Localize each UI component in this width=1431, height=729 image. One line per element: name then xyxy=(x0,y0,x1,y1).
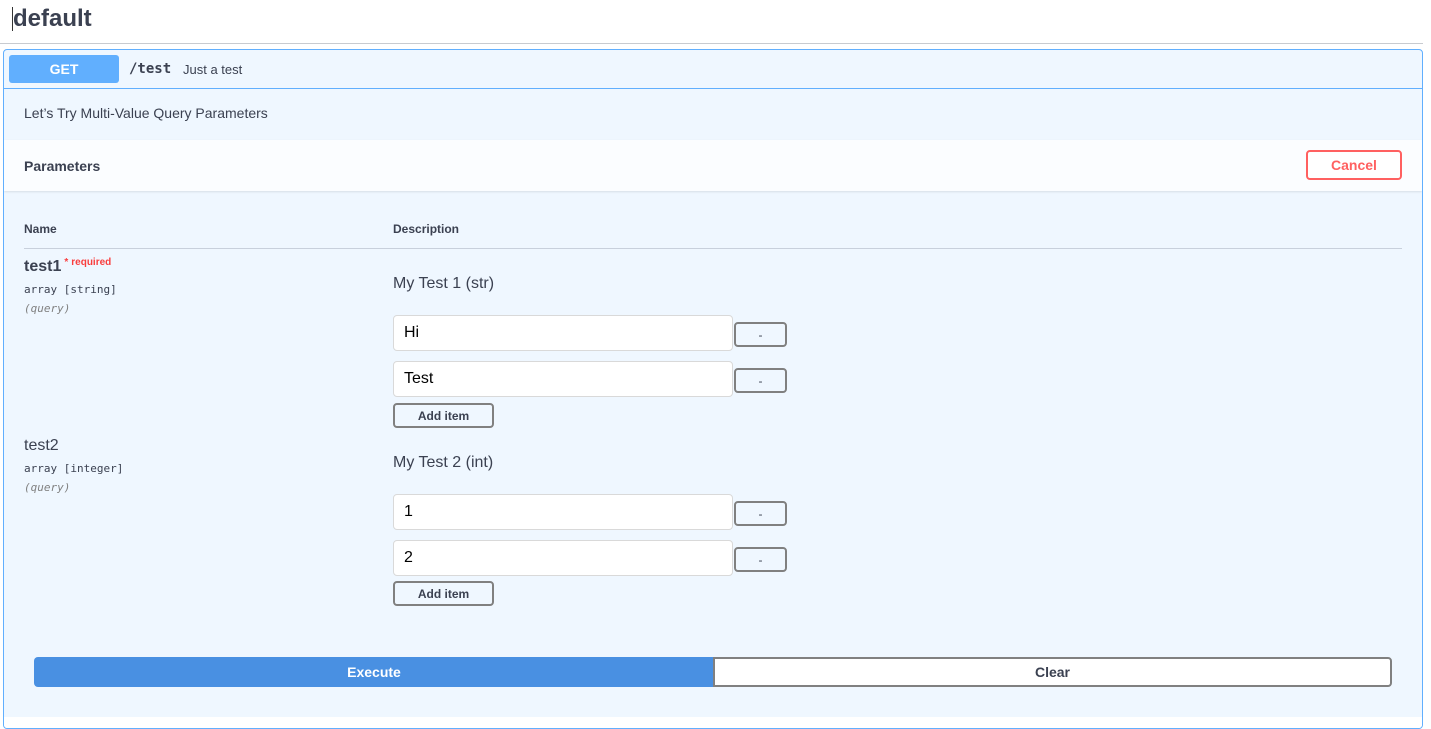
param-description: My Test 1 (str) xyxy=(393,275,495,292)
test2-value-input-1[interactable] xyxy=(393,494,733,530)
param-in: (query) xyxy=(24,481,71,494)
operation-summary[interactable]: GET /test Just a test xyxy=(4,50,1422,89)
param-name-test2: test2 xyxy=(24,437,59,454)
operation-description: Let’s Try Multi-Value Query Parameters xyxy=(24,105,268,121)
param-type: array [string] xyxy=(24,283,117,296)
tag-title: default xyxy=(13,5,92,32)
operation-path: /test xyxy=(129,61,172,77)
responses-section-edge xyxy=(4,717,1422,728)
operation-block: GET /test Just a test Let’s Try Multi-Va… xyxy=(3,49,1423,729)
column-header-name: Name xyxy=(24,222,57,236)
method-badge: GET xyxy=(9,55,119,83)
operation-summary-text: Just a test xyxy=(183,62,243,77)
remove-item-button[interactable]: - xyxy=(734,547,787,572)
param-description: My Test 2 (int) xyxy=(393,454,494,471)
remove-item-button[interactable]: - xyxy=(734,501,787,526)
add-item-button[interactable]: Add item xyxy=(393,403,494,428)
remove-item-button[interactable]: - xyxy=(734,322,787,347)
header-divider xyxy=(24,248,1402,249)
param-name-test1: test1 * required xyxy=(24,257,112,276)
execute-button[interactable]: Execute xyxy=(34,657,714,687)
clear-button[interactable]: Clear xyxy=(713,657,1392,687)
test1-value-input-1[interactable] xyxy=(393,315,733,351)
column-header-description: Description xyxy=(393,222,460,236)
test1-value-input-2[interactable] xyxy=(393,361,733,397)
tag-header[interactable]: default xyxy=(0,0,1423,44)
parameters-header: Parameters Cancel xyxy=(4,140,1422,191)
cancel-button[interactable]: Cancel xyxy=(1306,150,1402,180)
param-name: test1 xyxy=(24,258,62,275)
parameters-title: Parameters xyxy=(24,158,101,174)
required-label: required xyxy=(71,257,112,268)
required-star: * xyxy=(64,257,69,268)
remove-item-button[interactable]: - xyxy=(734,368,787,393)
param-type: array [integer] xyxy=(24,462,124,475)
add-item-button[interactable]: Add item xyxy=(393,581,494,606)
param-in: (query) xyxy=(24,302,71,315)
test2-value-input-2[interactable] xyxy=(393,540,733,576)
